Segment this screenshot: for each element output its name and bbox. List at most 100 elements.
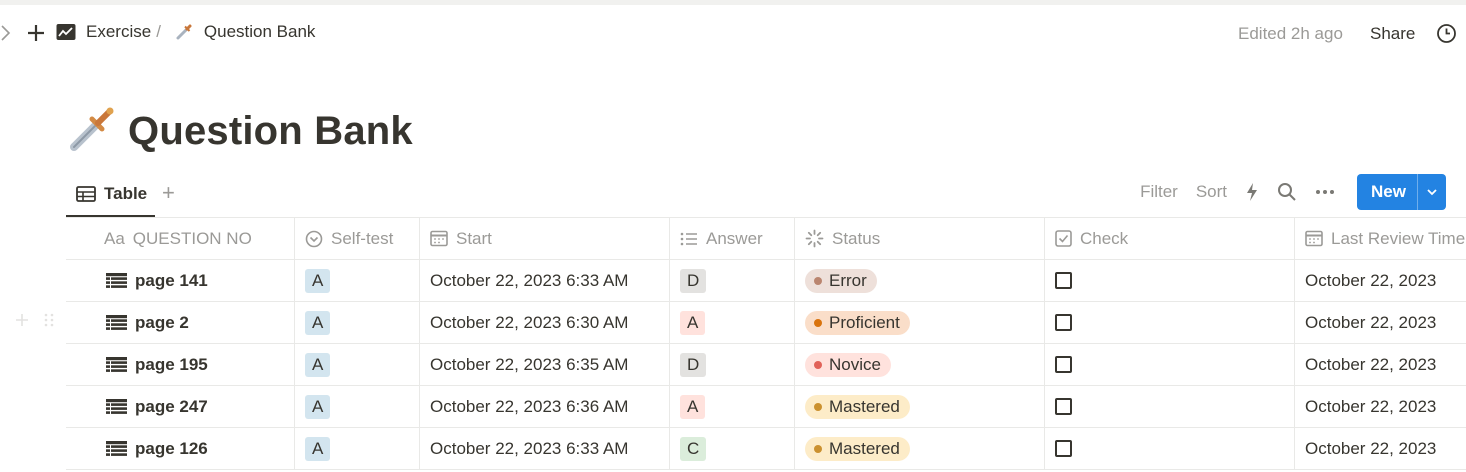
cell-check[interactable] xyxy=(1045,386,1295,427)
column-header-answer[interactable]: Answer xyxy=(670,218,795,259)
last-review-date: October 22, 2023 xyxy=(1305,312,1437,332)
cell-last-review-time[interactable]: October 22, 2023 xyxy=(1295,260,1466,301)
status-dot-icon xyxy=(814,276,822,285)
cell-question-no[interactable]: page 247 xyxy=(66,386,295,427)
table-row[interactable]: page 141 A October 22, 2023 6:33 AM D Error O… xyxy=(66,260,1466,302)
new-button-label[interactable]: New xyxy=(1357,174,1417,210)
cell-answer[interactable]: D xyxy=(670,260,795,301)
cell-status[interactable]: Novice xyxy=(795,344,1045,385)
cell-status[interactable]: Mastered xyxy=(795,386,1045,427)
start-date: October 22, 2023 6:33 AM xyxy=(430,438,629,458)
status-label: Proficient xyxy=(829,312,900,332)
cell-self-test[interactable]: A xyxy=(295,344,420,385)
check-checkbox[interactable] xyxy=(1055,272,1072,289)
add-page-icon[interactable] xyxy=(26,23,46,43)
table-row[interactable]: page 195 A October 22, 2023 6:35 AM D Novice… xyxy=(66,344,1466,386)
page-title[interactable]: Question Bank xyxy=(128,109,413,154)
row-handle[interactable] xyxy=(14,312,54,333)
cell-start[interactable]: October 22, 2023 6:35 AM xyxy=(420,344,670,385)
cell-last-review-time[interactable]: October 22, 2023 xyxy=(1295,302,1466,343)
breadcrumb-parent[interactable]: Exercise xyxy=(86,22,151,42)
column-label: Check xyxy=(1080,228,1129,248)
page-table-icon xyxy=(106,398,127,415)
question-title[interactable]: page 195 xyxy=(135,355,208,375)
page-table-icon xyxy=(106,314,127,331)
status-badge: Mastered xyxy=(805,436,910,461)
drag-handle-icon[interactable] xyxy=(44,312,54,333)
cell-status[interactable]: Error xyxy=(795,260,1045,301)
column-header-last-review-time[interactable]: Last Review Time xyxy=(1295,218,1466,259)
column-header-question-no[interactable]: Aa QUESTION NO xyxy=(66,218,295,259)
last-review-date: October 22, 2023 xyxy=(1305,396,1437,416)
cell-self-test[interactable]: A xyxy=(295,428,420,469)
cell-question-no[interactable]: page 126 xyxy=(66,428,295,469)
sort-button[interactable]: Sort xyxy=(1196,182,1227,202)
question-title[interactable]: page 141 xyxy=(135,271,208,291)
filter-button[interactable]: Filter xyxy=(1140,182,1178,202)
cell-last-review-time[interactable]: October 22, 2023 xyxy=(1295,344,1466,385)
new-button[interactable]: New xyxy=(1357,174,1446,210)
cell-check[interactable] xyxy=(1045,302,1295,343)
cell-answer[interactable]: A xyxy=(670,386,795,427)
column-header-self-test[interactable]: Self-test xyxy=(295,218,420,259)
cell-answer[interactable]: D xyxy=(670,344,795,385)
search-icon[interactable] xyxy=(1277,182,1297,202)
cell-check[interactable] xyxy=(1045,260,1295,301)
cell-answer[interactable]: A xyxy=(670,302,795,343)
column-header-check[interactable]: Check xyxy=(1045,218,1295,259)
cell-question-no[interactable]: page 2 xyxy=(66,302,295,343)
row-add-icon[interactable] xyxy=(14,312,30,333)
expand-chevron-icon[interactable] xyxy=(0,23,12,43)
status-label: Error xyxy=(829,270,867,290)
table-body: page 141 A October 22, 2023 6:33 AM D Error O… xyxy=(66,260,1466,470)
column-header-status[interactable]: Status xyxy=(795,218,1045,259)
column-label: Self-test xyxy=(331,228,394,248)
tab-table[interactable]: Table xyxy=(66,172,155,217)
cell-answer[interactable]: C xyxy=(670,428,795,469)
cell-self-test[interactable]: A xyxy=(295,302,420,343)
cell-question-no[interactable]: page 195 xyxy=(66,344,295,385)
edited-label: Edited 2h ago xyxy=(1238,24,1343,43)
cell-self-test[interactable]: A xyxy=(295,386,420,427)
history-icon[interactable] xyxy=(1436,23,1457,44)
breadcrumb-current[interactable]: Question Bank xyxy=(204,22,316,42)
question-title[interactable]: page 126 xyxy=(135,439,208,459)
share-button[interactable]: Share xyxy=(1370,24,1415,44)
table-row[interactable]: page 2 A October 22, 2023 6:30 AM A Proficie… xyxy=(66,302,1466,344)
automation-bolt-icon[interactable] xyxy=(1245,182,1259,202)
cell-question-no[interactable]: page 141 xyxy=(66,260,295,301)
table-row[interactable]: page 247 A October 22, 2023 6:36 AM A Master… xyxy=(66,386,1466,428)
cell-status[interactable]: Mastered xyxy=(795,428,1045,469)
cell-start[interactable]: October 22, 2023 6:30 AM xyxy=(420,302,670,343)
question-title[interactable]: page 2 xyxy=(135,313,189,333)
cell-check[interactable] xyxy=(1045,344,1295,385)
answer-tag: D xyxy=(680,268,707,293)
page-table-icon xyxy=(106,272,127,289)
status-dot-icon xyxy=(814,360,822,369)
column-header-start[interactable]: Start xyxy=(420,218,670,259)
cell-start[interactable]: October 22, 2023 6:33 AM xyxy=(420,260,670,301)
view-tools: Filter Sort New xyxy=(1140,174,1446,210)
share-label: Share xyxy=(1370,24,1416,43)
more-options-icon[interactable] xyxy=(1315,189,1335,195)
cell-start[interactable]: October 22, 2023 6:36 AM xyxy=(420,386,670,427)
check-checkbox[interactable] xyxy=(1055,440,1072,457)
chevron-down-icon[interactable] xyxy=(1417,174,1446,210)
cell-check[interactable] xyxy=(1045,428,1295,469)
cell-last-review-time[interactable]: October 22, 2023 xyxy=(1295,386,1466,427)
check-checkbox[interactable] xyxy=(1055,314,1072,331)
self-test-tag: A xyxy=(305,394,331,419)
check-checkbox[interactable] xyxy=(1055,356,1072,373)
table-row[interactable]: page 126 A October 22, 2023 6:33 AM C Master… xyxy=(66,428,1466,470)
column-label: Answer xyxy=(706,228,763,248)
check-checkbox[interactable] xyxy=(1055,398,1072,415)
status-dot-icon xyxy=(814,444,822,453)
cell-last-review-time[interactable]: October 22, 2023 xyxy=(1295,428,1466,469)
breadcrumb-separator: / xyxy=(156,22,161,41)
cell-self-test[interactable]: A xyxy=(295,260,420,301)
question-title[interactable]: page 247 xyxy=(135,397,208,417)
cell-start[interactable]: October 22, 2023 6:33 AM xyxy=(420,428,670,469)
add-view-icon[interactable]: + xyxy=(162,182,175,204)
calendar-icon xyxy=(1305,230,1323,247)
cell-status[interactable]: Proficient xyxy=(795,302,1045,343)
